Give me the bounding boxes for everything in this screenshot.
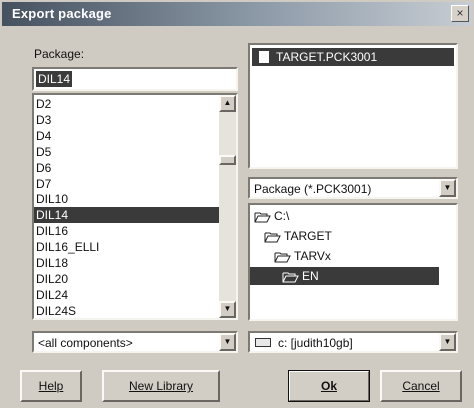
scroll-thumb[interactable] [219, 155, 236, 165]
component-list-item[interactable]: DIL24 [34, 287, 220, 303]
directory-item[interactable]: TARVx [272, 247, 331, 265]
cancel-button-label: Cancel [402, 379, 440, 393]
file-list[interactable]: TARGET.PCK3001 [248, 43, 458, 169]
ok-button[interactable]: Ok [288, 370, 370, 402]
arrow-down-icon[interactable]: ▼ [219, 301, 236, 318]
component-list-item[interactable]: DIL10 [34, 191, 220, 207]
component-list-item[interactable]: DIL16 [34, 223, 220, 239]
component-list[interactable]: D2 D3 D4 D5 D6 D7 DIL10 DIL14 DIL16 DIL16_ELLI DIL… [32, 93, 238, 320]
document-icon [259, 51, 269, 63]
directory-item-label: TARGET [284, 229, 332, 243]
package-input-value: DIL14 [36, 71, 73, 87]
component-list-item[interactable]: D3 [34, 112, 220, 128]
close-icon[interactable]: × [451, 5, 469, 22]
component-filter-value: <all components> [38, 336, 133, 350]
window-title: Export package [12, 6, 112, 21]
package-input[interactable]: DIL14 [32, 67, 238, 91]
component-list-item[interactable]: D4 [34, 128, 220, 144]
package-label: Package: [34, 47, 85, 61]
file-type-value: Package (*.PCK3001) [254, 182, 372, 196]
title-bar: Export package × [2, 2, 472, 26]
file-item[interactable]: TARGET.PCK3001 [252, 48, 454, 66]
file-item-label: TARGET.PCK3001 [276, 50, 378, 64]
component-list-item[interactable]: DIL20 [34, 271, 220, 287]
folder-open-icon [282, 272, 299, 283]
chevron-down-icon[interactable]: ▼ [219, 333, 236, 351]
component-filter-select[interactable]: <all components> ▼ [32, 331, 238, 353]
cancel-button[interactable]: Cancel [380, 370, 462, 402]
chevron-down-icon[interactable]: ▼ [439, 179, 456, 197]
component-list-item[interactable]: D7 [34, 176, 220, 192]
folder-open-icon [264, 232, 281, 243]
directory-item-label: C:\ [274, 209, 290, 223]
component-list-item[interactable]: DIL18 [34, 255, 220, 271]
drive-icon [255, 338, 271, 347]
directory-item[interactable]: C:\ [252, 207, 289, 225]
directory-item-label: TARVx [294, 249, 331, 263]
new-library-button-label: New Library [128, 379, 194, 393]
folder-open-icon [254, 212, 271, 223]
help-button-label: Help [38, 379, 64, 393]
directory-item[interactable]: EN [250, 267, 439, 285]
component-list-scrollbar[interactable]: ▲ ▼ [219, 95, 236, 318]
chevron-down-icon[interactable]: ▼ [439, 333, 456, 351]
help-button[interactable]: Help [20, 370, 82, 402]
component-list-item[interactable]: D2 [34, 96, 220, 112]
file-type-select[interactable]: Package (*.PCK3001) ▼ [248, 177, 458, 199]
directory-item[interactable]: TARGET [262, 227, 332, 245]
arrow-up-icon[interactable]: ▲ [219, 95, 236, 112]
component-list-item[interactable]: D6 [34, 160, 220, 176]
component-list-item[interactable]: DIL16_ELLI [34, 239, 220, 255]
folder-open-icon [274, 252, 291, 263]
ok-button-label: Ok [320, 379, 337, 393]
directory-item-label: EN [302, 269, 319, 283]
component-list-item[interactable]: DIL24S [34, 303, 220, 318]
directory-tree[interactable]: C:\ TARGET TARVx EN [248, 203, 458, 321]
drive-value: c: [judith10gb] [278, 336, 353, 350]
drive-select[interactable]: c: [judith10gb] ▼ [248, 331, 458, 353]
new-library-button[interactable]: New Library [102, 370, 220, 402]
component-list-item[interactable]: D5 [34, 144, 220, 160]
component-list-item[interactable]: DIL14 [34, 207, 220, 224]
